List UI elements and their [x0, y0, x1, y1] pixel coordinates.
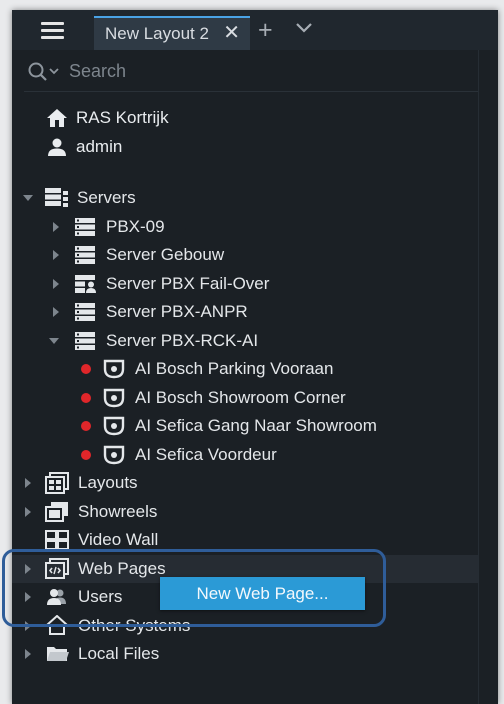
tree-label: Local Files [78, 644, 160, 663]
tree-item-camera[interactable]: AI Sefica Gang Naar Showroom [12, 412, 478, 440]
search-input[interactable] [69, 57, 269, 85]
tab-new-layout-2[interactable]: New Layout 2 ✕ [94, 16, 250, 50]
server-icon [75, 332, 95, 350]
server-icon [75, 246, 95, 264]
search-divider [24, 91, 478, 92]
tree-item-layouts[interactable]: Layouts [12, 469, 478, 497]
user-icon [48, 138, 66, 156]
status-dot [81, 364, 91, 374]
close-icon[interactable]: ✕ [223, 23, 240, 43]
collapse-arrow-icon[interactable] [48, 335, 60, 347]
tree-item-camera[interactable]: AI Sefica Voordeur [12, 441, 478, 469]
tree-label: Server PBX-RCK-AI [106, 331, 259, 350]
tree-item-server[interactable]: Server PBX-RCK-AI [12, 327, 478, 355]
tree-label: Server PBX-ANPR [106, 302, 248, 321]
tree-item-camera[interactable]: AI Bosch Showroom Corner [12, 384, 478, 412]
tree-label: Layouts [78, 473, 138, 492]
expand-arrow-icon[interactable] [22, 506, 34, 518]
expand-arrow-icon[interactable] [50, 249, 62, 261]
tree-label: Server Gebouw [106, 245, 225, 264]
tree-item-showreels[interactable]: Showreels [12, 498, 478, 526]
camera-icon [103, 388, 125, 408]
camera-icon [103, 359, 125, 379]
panel-divider [478, 50, 479, 704]
tree-label: AI Sefica Voordeur [135, 445, 277, 464]
camera-icon [103, 445, 125, 465]
tree-label: AI Bosch Showroom Corner [135, 388, 346, 407]
expand-arrow-icon[interactable] [50, 221, 62, 233]
showreels-icon [45, 502, 68, 522]
search-icon[interactable] [28, 62, 62, 82]
tree-label: AI Sefica Gang Naar Showroom [135, 416, 377, 435]
home-icon [47, 109, 67, 127]
servers-icon [45, 188, 68, 207]
collapse-arrow-icon[interactable] [22, 192, 34, 204]
folder-icon [47, 647, 69, 661]
highlight-frame [2, 549, 386, 627]
tree-label: PBX-09 [106, 217, 165, 236]
tree-item-server[interactable]: Server PBX-ANPR [12, 298, 478, 326]
user-name: admin [76, 137, 123, 156]
status-dot [81, 450, 91, 460]
system-row[interactable]: RAS Kortrijk [46, 106, 169, 130]
expand-arrow-icon[interactable] [50, 278, 62, 290]
tree-item-camera[interactable]: AI Bosch Parking Vooraan [12, 355, 478, 383]
status-dot [81, 393, 91, 403]
tree-item-servers[interactable]: Servers [12, 184, 478, 212]
chevron-down-icon[interactable] [295, 22, 313, 34]
main-menu-icon[interactable] [12, 10, 92, 50]
tree-item-server[interactable]: Server PBX Fail-Over [12, 270, 478, 298]
tab-bar: New Layout 2 ✕ + [12, 10, 498, 50]
server-icon [75, 303, 95, 321]
expand-arrow-icon[interactable] [22, 648, 34, 660]
status-dot [81, 421, 91, 431]
camera-icon [103, 416, 125, 436]
tree-item-local-files[interactable]: Local Files [12, 640, 478, 668]
tree-label: Servers [77, 188, 136, 207]
expand-arrow-icon[interactable] [50, 306, 62, 318]
expand-arrow-icon[interactable] [22, 477, 34, 489]
tree-item-server[interactable]: Server Gebouw [12, 241, 478, 269]
tree-label: AI Bosch Parking Vooraan [135, 359, 334, 378]
add-tab-icon[interactable]: + [258, 16, 273, 44]
layouts-icon [45, 472, 69, 494]
system-name: RAS Kortrijk [76, 108, 169, 127]
video-wall-icon [45, 530, 69, 550]
server-failover-icon [75, 275, 96, 293]
server-icon [75, 218, 95, 236]
user-row[interactable]: admin [46, 135, 122, 159]
tree-label: Showreels [78, 502, 158, 521]
tree-label: Server PBX Fail-Over [106, 274, 270, 293]
tree-item-server[interactable]: PBX-09 [12, 213, 478, 241]
tab-label: New Layout 2 [105, 24, 209, 43]
